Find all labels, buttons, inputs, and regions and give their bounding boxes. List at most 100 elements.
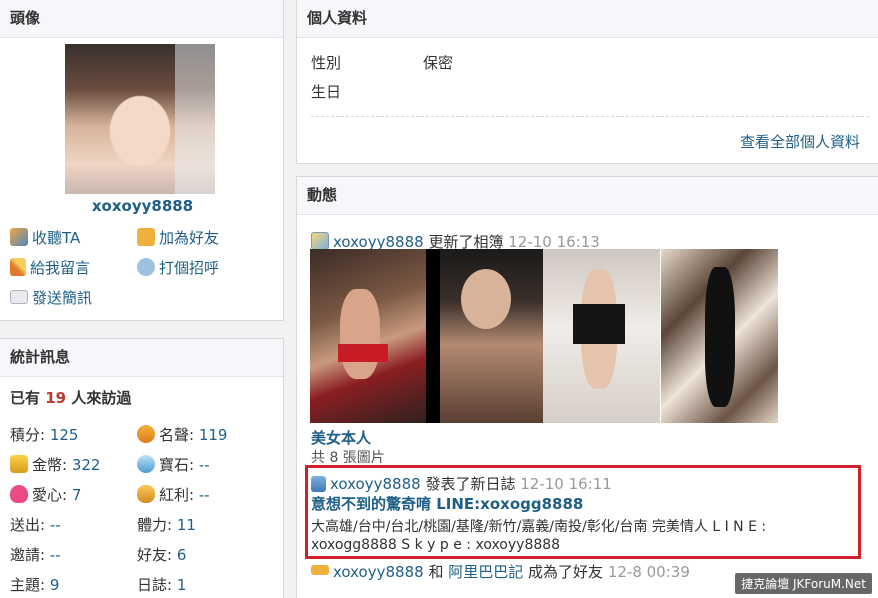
stat-bonus: 紅利: -- <box>137 484 210 505</box>
watermark: 捷克論壇 JKForuM.Net <box>735 573 872 594</box>
stat-label: 紅利: <box>159 486 195 504</box>
visitor-suffix: 人來訪過 <box>71 389 132 407</box>
feed-item-blog: xoxoyy8888 發表了新日誌 12-10 16:11 <box>311 473 612 494</box>
stat-label: 日誌: <box>137 576 173 594</box>
stat-label: 積分: <box>10 426 46 444</box>
follow-button[interactable]: 收聽TA <box>10 227 80 248</box>
blog-excerpt-line-2: xoxogg8888 S k y p e : xoxoyy8888 <box>311 537 561 553</box>
stat-value: 11 <box>176 516 196 534</box>
avatar-panel: 頭像 xoxoyy8888 收聽TA 加為好友 給我留言 打個招呼 發送簡訊 <box>0 0 284 321</box>
feed-time: 12-8 00:39 <box>607 563 690 581</box>
view-all-profile-label: 查看全部個人資料 <box>740 133 861 151</box>
feed-friend-link[interactable]: 阿里巴巴記 <box>448 563 523 581</box>
avatar-panel-title: 頭像 <box>0 0 283 38</box>
blog-title-link[interactable]: 意想不到的驚奇唷 LINE:xoxogg8888 <box>311 493 583 514</box>
handshake-icon <box>137 228 155 246</box>
blog-excerpt-line-1: 大高雄/台中/台北/桃園/基隆/新竹/嘉義/南投/彰化/台南 完美情人 L I … <box>311 519 767 535</box>
profile-divider <box>311 116 869 117</box>
blog-icon <box>311 476 326 492</box>
send-message-label: 發送簡訊 <box>32 289 93 307</box>
profile-birthday-label: 生日 <box>311 83 342 101</box>
stat-gems: 寶石: -- <box>137 454 210 475</box>
avatar[interactable] <box>65 44 215 194</box>
leave-message-label: 給我留言 <box>30 259 91 277</box>
album-photo-1[interactable] <box>310 249 426 423</box>
add-friend-label: 加為好友 <box>159 229 220 247</box>
chat-bubble-icon <box>137 258 155 276</box>
profile-panel-title: 個人資料 <box>297 0 878 38</box>
stat-love: 愛心: 7 <box>10 484 81 505</box>
album-title-link[interactable]: 美女本人 <box>311 427 371 448</box>
stat-label: 好友: <box>137 546 173 564</box>
follow-label: 收聽TA <box>32 229 81 247</box>
stat-friends: 好友: 6 <box>137 544 186 565</box>
handshake-icon <box>311 565 329 575</box>
stat-value: 6 <box>176 546 187 564</box>
stat-value: -- <box>49 516 61 534</box>
album-photo-4[interactable] <box>661 249 778 423</box>
add-friend-button[interactable]: 加為好友 <box>137 227 219 248</box>
stat-value: 125 <box>49 426 79 444</box>
visitor-count: 19 <box>45 389 67 407</box>
gem-icon <box>137 455 155 473</box>
stat-gold: 金幣: 322 <box>10 454 100 475</box>
bonus-bag-icon <box>137 485 155 503</box>
send-message-button[interactable]: 發送簡訊 <box>10 287 92 308</box>
stats-panel-title: 統計訊息 <box>0 339 283 377</box>
profile-gender-label: 性別 <box>311 54 342 72</box>
stat-value: 7 <box>71 486 82 504</box>
stat-label: 寶石: <box>159 456 195 474</box>
stat-value: -- <box>198 456 210 474</box>
stat-value: 322 <box>71 456 101 474</box>
visitor-prefix: 已有 <box>10 389 41 407</box>
stats-panel: 統計訊息 已有 19 人來訪過 積分: 125 金幣: 322 愛心: 7 送出… <box>0 338 284 598</box>
stat-label: 送出: <box>10 516 46 534</box>
feed-conj: 和 <box>428 563 444 581</box>
envelope-icon <box>10 290 28 304</box>
stat-label: 主題: <box>10 576 46 594</box>
stat-value: 119 <box>198 426 228 444</box>
profile-panel: 個人資料 性別 保密 生日 查看全部個人資料 <box>296 0 878 164</box>
stat-blogs: 日誌: 1 <box>137 574 186 595</box>
blog-title: 意想不到的驚奇唷 LINE:xoxogg8888 <box>311 495 584 513</box>
leave-message-button[interactable]: 給我留言 <box>10 257 90 278</box>
stat-sent: 送出: -- <box>10 514 61 535</box>
stat-invites: 邀請: -- <box>10 544 61 565</box>
profile-gender-value: 保密 <box>423 54 454 72</box>
gold-coin-icon <box>10 455 28 473</box>
feed-item-friend: xoxoyy8888 和 阿里巴巴記 成為了好友 12-8 00:39 <box>311 561 690 582</box>
feed-action: 發表了新日誌 <box>425 475 516 493</box>
stat-label: 愛心: <box>32 486 68 504</box>
follow-icon <box>10 228 28 246</box>
stat-topics: 主題: 9 <box>10 574 59 595</box>
stat-value: 9 <box>49 576 60 594</box>
stat-label: 體力: <box>137 516 173 534</box>
feed-time: 12-10 16:11 <box>520 475 612 493</box>
say-hello-label: 打個招呼 <box>159 259 220 277</box>
stat-reputation: 名聲: 119 <box>137 424 227 445</box>
avatar-username[interactable]: xoxoyy8888 <box>0 197 285 215</box>
album-icon <box>311 232 329 250</box>
feed-action: 成為了好友 <box>528 563 604 581</box>
say-hello-button[interactable]: 打個招呼 <box>137 257 219 278</box>
stat-stamina: 體力: 11 <box>137 514 196 535</box>
stat-label: 名聲: <box>159 426 195 444</box>
heart-icon <box>10 485 28 503</box>
view-all-profile-link[interactable]: 查看全部個人資料 <box>740 131 860 152</box>
medal-icon <box>137 425 155 443</box>
stat-value: 1 <box>176 576 187 594</box>
album-title: 美女本人 <box>311 429 372 447</box>
stat-points: 積分: 125 <box>10 424 78 445</box>
visitor-summary: 已有 19 人來訪過 <box>10 387 131 408</box>
stat-value: -- <box>49 546 61 564</box>
stat-label: 金幣: <box>32 456 68 474</box>
stat-label: 邀請: <box>10 546 46 564</box>
feed-user-link[interactable]: xoxoyy8888 <box>333 563 424 581</box>
album-count: 共 8 張圖片 <box>311 450 385 466</box>
pencil-icon <box>10 258 26 276</box>
album-photo-2[interactable] <box>426 249 543 423</box>
stat-value: -- <box>198 486 210 504</box>
feed-panel-title: 動態 <box>297 177 878 215</box>
album-photo-3[interactable] <box>543 249 660 423</box>
feed-user-link[interactable]: xoxoyy8888 <box>330 475 421 493</box>
